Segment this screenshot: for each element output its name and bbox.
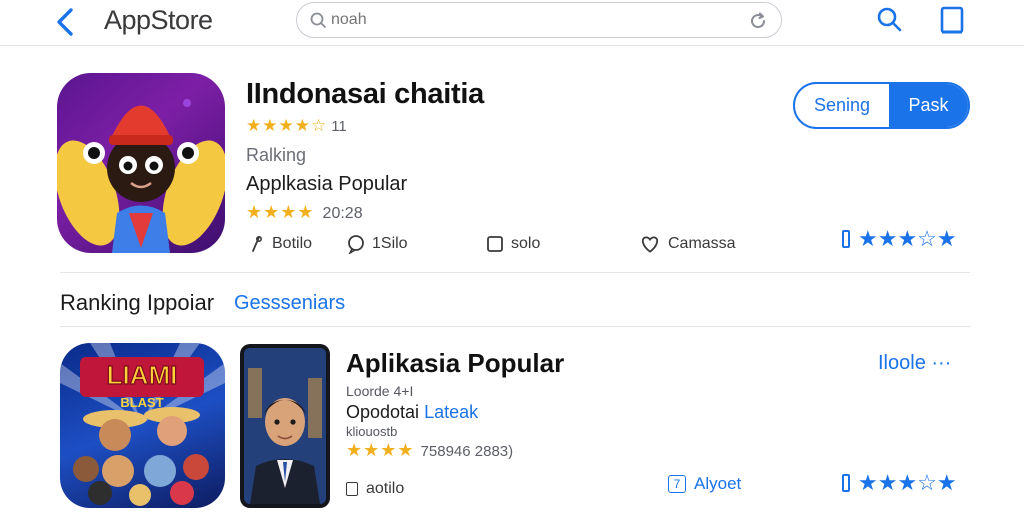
top-bar: AppStore	[0, 0, 1024, 46]
action-label: Camassa	[668, 235, 736, 252]
action-label: Botilo	[272, 235, 313, 252]
calendar-icon: 7	[668, 475, 686, 493]
subtitle-text: Opodotai	[346, 402, 420, 422]
section-title: Ranking Ippoiar	[60, 290, 215, 315]
action-favorite[interactable]: Camassa	[638, 230, 736, 258]
section-link[interactable]: Gessseniars	[234, 292, 345, 315]
app-rating: ★★★★☆ 11	[246, 116, 347, 136]
bookmark-icon[interactable]	[936, 4, 968, 36]
action-square[interactable]: solo	[485, 230, 540, 258]
game-banner-subtext: BLAST	[120, 395, 163, 410]
rating-count: 758946 2883)	[420, 443, 514, 460]
divider	[60, 326, 970, 327]
square-icon	[346, 482, 358, 496]
app-note: kliouostb	[346, 424, 398, 439]
game-app-icon[interactable]: LIAMI BLAST	[60, 343, 225, 508]
app-title: IIndonasai chaitia	[246, 78, 484, 110]
search-icon	[310, 12, 326, 28]
ranking-label: Ralking	[246, 145, 307, 165]
search-button-icon[interactable]	[874, 4, 904, 34]
action-label: 1Silo	[372, 235, 408, 252]
search-bar[interactable]	[296, 2, 782, 38]
star-rating-icon: ★★★★	[346, 440, 415, 460]
action-chat[interactable]: 1Silo	[346, 230, 408, 258]
divider	[60, 272, 970, 273]
blue-star-rating-icon: ★★★☆★	[858, 470, 957, 495]
app-store-title: AppStore	[104, 5, 213, 35]
side-action-button[interactable]: 7 Alyoet	[668, 474, 741, 494]
app-developer: Loorde 4+I	[346, 383, 414, 399]
search-input[interactable]	[331, 9, 711, 31]
game-banner-text: LIAMI	[107, 360, 178, 390]
action-pin[interactable]: Botilo	[246, 230, 312, 258]
app-category: Applkasia Popular	[246, 173, 408, 195]
square-icon	[487, 236, 503, 252]
side-rating: ★★★☆★	[842, 226, 957, 252]
heart-icon	[641, 236, 659, 253]
bar-icon	[842, 230, 850, 248]
rating-count: 11	[331, 118, 347, 135]
app-character-illustration	[57, 99, 225, 253]
screenshot-image	[244, 348, 326, 504]
pin-icon	[252, 235, 263, 252]
segmented-button: Sening Pask	[793, 82, 970, 129]
star-rating-icon: ★★★★	[246, 202, 315, 222]
bar-icon	[842, 474, 850, 492]
rating-count: 20:28	[322, 205, 363, 222]
blue-star-rating-icon: ★★★☆★	[858, 226, 957, 251]
subtitle-link[interactable]: Lateak	[424, 402, 478, 422]
star-rating-icon: ★★★★☆	[246, 116, 328, 135]
game-artwork-illustration: LIAMI BLAST	[60, 343, 225, 506]
app-rating: ★★★★ 758946 2883)	[346, 440, 513, 461]
side-rating: ★★★☆★	[842, 470, 957, 496]
app-title: Aplikasia Popular	[346, 348, 565, 378]
back-button[interactable]	[52, 6, 80, 38]
segment-left-button[interactable]: Sening	[795, 84, 889, 127]
action-save[interactable]: aotilo	[346, 480, 404, 498]
side-action-label: Alyoet	[694, 474, 742, 493]
avatar-illustration	[244, 348, 326, 504]
app-subtitle: Opodotai Lateak	[346, 402, 478, 423]
app-icon[interactable]	[57, 73, 225, 253]
open-link[interactable]: Iloole ···	[878, 352, 951, 375]
action-label: solo	[511, 235, 541, 252]
action-label: aotilo	[366, 480, 405, 497]
chevron-left-icon	[57, 8, 73, 36]
app-rating-secondary: ★★★★ 20:28	[246, 202, 363, 223]
chat-icon	[348, 235, 364, 254]
app-screenshot-preview[interactable]	[240, 344, 330, 508]
segment-right-button[interactable]: Pask	[889, 84, 968, 127]
refresh-icon[interactable]	[747, 10, 769, 32]
